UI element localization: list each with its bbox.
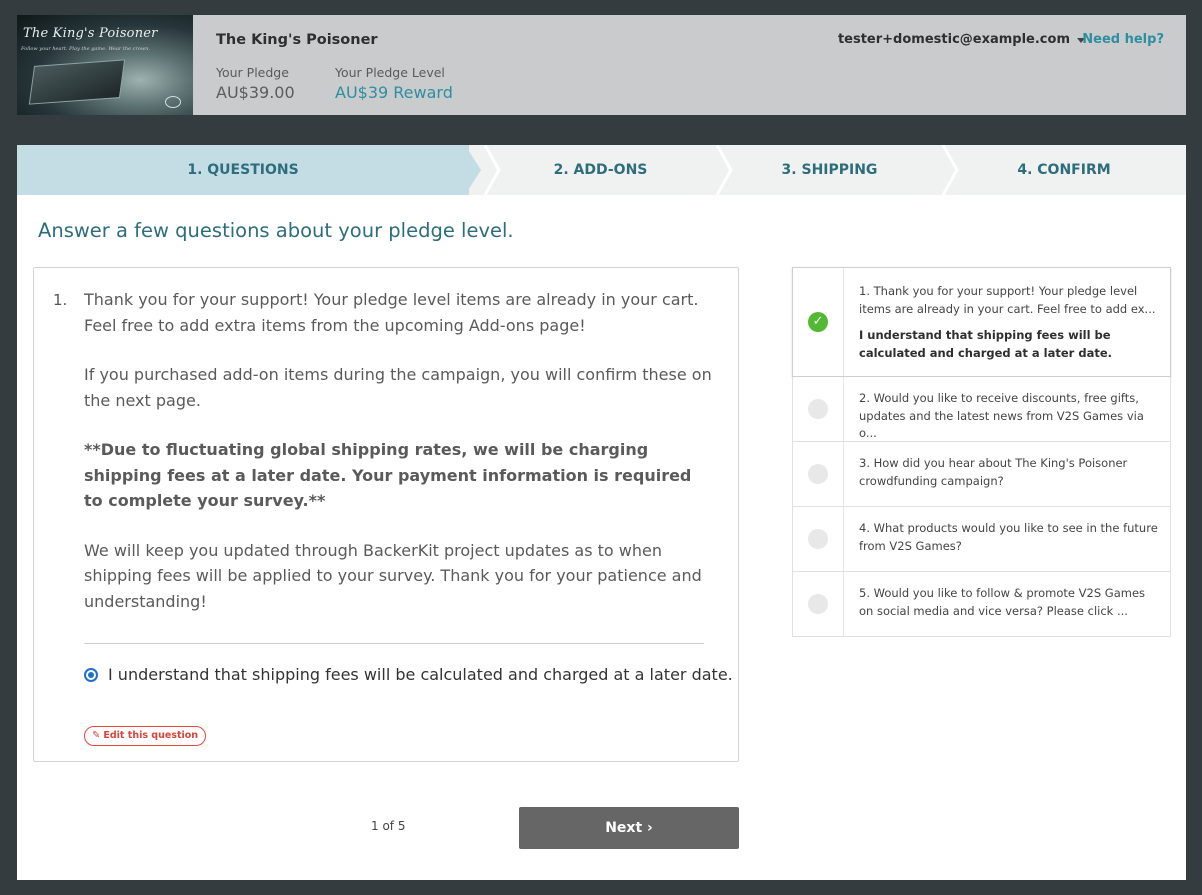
edit-question-button[interactable]: ✎ Edit this question — [84, 726, 207, 746]
edit-question-label: Edit this question — [103, 730, 199, 741]
question-list-text: 4. What products would you like to see i… — [859, 521, 1158, 553]
survey-panel: 1. QUESTIONS 2. ADD-ONS 3. SHIPPING 4. C… — [17, 145, 1186, 880]
step-confirm[interactable]: 4. CONFIRM — [942, 145, 1186, 195]
status-column — [793, 572, 844, 636]
divider — [84, 643, 704, 644]
question-list-text: 5. Would you like to follow & promote V2… — [859, 586, 1146, 618]
question-paragraph-bold: **Due to fluctuating global shipping rat… — [84, 440, 692, 510]
pledge-amount: AU$39.00 — [216, 83, 295, 102]
question-list-item[interactable]: 4. What products would you like to see i… — [792, 507, 1171, 572]
question-list-item[interactable]: 3. How did you hear about The King's Poi… — [792, 442, 1171, 507]
check-icon: ✓ — [808, 312, 828, 332]
question-list-text: 3. How did you hear about The King's Poi… — [859, 456, 1128, 488]
question-number: 1. — [53, 291, 68, 309]
pledge-level-label: Your Pledge Level — [335, 65, 445, 80]
step-add-ons[interactable]: 2. ADD-ONS — [483, 145, 718, 195]
status-column — [793, 442, 844, 506]
pencil-icon: ✎ — [92, 730, 101, 741]
answer-option-label[interactable]: I understand that shipping fees will be … — [108, 665, 733, 684]
question-list-item[interactable]: ✓ 1. Thank you for your support! Your pl… — [792, 267, 1171, 377]
question-paragraph: If you purchased add-on items during the… — [84, 365, 712, 410]
help-link[interactable]: Need help? — [1082, 32, 1164, 47]
question-body: Thank you for your support! Your pledge … — [84, 287, 714, 638]
question-list: ✓ 1. Thank you for your support! Your pl… — [792, 267, 1171, 637]
question-card: 1. Thank you for your support! Your pled… — [33, 267, 739, 762]
step-shipping[interactable]: 3. SHIPPING — [717, 145, 942, 195]
page-title: Answer a few questions about your pledge… — [38, 219, 514, 242]
game-box-image — [28, 59, 126, 105]
project-image: The King's Poisoner Follow your heart. P… — [17, 15, 193, 115]
radio-button[interactable] — [84, 667, 98, 682]
question-list-text: 1. Thank you for your support! Your pled… — [859, 284, 1156, 316]
pending-status-icon — [808, 594, 828, 614]
pending-status-icon — [808, 464, 828, 484]
answer-option[interactable]: I understand that shipping fees will be … — [84, 665, 733, 684]
question-list-answer: I understand that shipping fees will be … — [859, 328, 1112, 360]
question-paragraph: We will keep you updated through BackerK… — [84, 540, 702, 611]
project-logo: The King's Poisoner — [23, 26, 158, 41]
pledge-header: The King's Poisoner Follow your heart. P… — [17, 15, 1186, 115]
progress-steps: 1. QUESTIONS 2. ADD-ONS 3. SHIPPING 4. C… — [17, 145, 1186, 195]
project-tagline: Follow your heart. Play the game. Wear t… — [21, 46, 150, 52]
user-menu[interactable]: tester+domestic@example.com — [838, 32, 1070, 47]
pager: 1 of 5 — [371, 819, 406, 833]
pending-status-icon — [808, 529, 828, 549]
question-list-item[interactable]: 5. Would you like to follow & promote V2… — [792, 572, 1171, 637]
next-button[interactable]: Next › — [519, 807, 739, 849]
pledge-label: Your Pledge — [216, 65, 289, 80]
pending-status-icon — [808, 399, 828, 419]
step-questions[interactable]: 1. QUESTIONS — [17, 145, 469, 195]
question-paragraph: Thank you for your support! Your pledge … — [84, 290, 699, 335]
status-column: ✓ — [793, 268, 844, 376]
project-title: The King's Poisoner — [216, 32, 378, 48]
step-arrow — [465, 145, 481, 195]
status-column — [793, 507, 844, 571]
pledge-level: AU$39 Reward — [335, 83, 453, 102]
status-column — [793, 377, 844, 441]
question-list-text: 2. Would you like to receive discounts, … — [859, 391, 1144, 440]
award-laurel-icon — [165, 96, 181, 108]
question-list-item[interactable]: 2. Would you like to receive discounts, … — [792, 377, 1171, 442]
